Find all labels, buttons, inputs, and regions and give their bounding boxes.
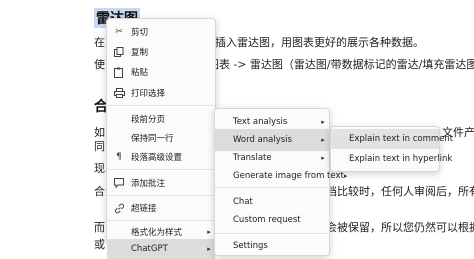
- menu-separator: [107, 105, 215, 106]
- doc-line-7-prefix: 而: [94, 221, 105, 234]
- chevron-right-icon: ▸: [343, 172, 348, 180]
- doc-line-6: 档比较时，任何人审阅后，所有: [326, 185, 474, 198]
- doc-line-7: 会被保留，所以您仍然可以根据: [326, 221, 474, 234]
- menu-item-explain-in-comment[interactable]: Explain text in comment: [331, 129, 453, 149]
- menu-item-label: Text analysis: [233, 117, 288, 127]
- copy-icon: [113, 46, 125, 58]
- doc-line-2: 图表 -> 雷达图（雷达图/带数据标记的雷达/填充雷达图）: [208, 58, 474, 71]
- menu-separator: [107, 195, 215, 196]
- menu-item-label: 超链接: [131, 204, 157, 214]
- menu-item-settings[interactable]: Settings: [215, 235, 329, 257]
- menu-separator: [215, 187, 329, 188]
- menu-item-copy[interactable]: 复制: [107, 41, 215, 63]
- menu-item-label: 格式化为样式: [131, 228, 183, 238]
- menu-item-label: 保持同一行: [131, 134, 174, 144]
- link-icon: [113, 202, 125, 214]
- print-icon: [113, 87, 125, 99]
- doc-line-2-prefix: 使: [94, 58, 105, 71]
- menu-item-label: Word analysis: [233, 135, 292, 145]
- menu-item-label: Chat: [233, 197, 253, 207]
- menu-item-label: 复制: [131, 48, 149, 58]
- doc-line-4-prefix: 同: [94, 140, 105, 153]
- menu-separator: [107, 169, 215, 170]
- menu-item-label: ChatGPT: [131, 244, 168, 254]
- menu-item-hyperlink[interactable]: 超链接: [107, 197, 215, 219]
- chevron-right-icon: ▸: [321, 118, 325, 126]
- context-menu: ✂ 剪切 复制 粘贴 打印选择 段前分页 保持同一行 ¶ 段落高级设置 添加批注…: [106, 18, 216, 259]
- doc-line-5-prefix: 现: [94, 162, 105, 175]
- menu-item-print-selection[interactable]: 打印选择: [107, 82, 215, 104]
- menu-item-label: Explain text in comment: [349, 134, 454, 144]
- menu-item-cut[interactable]: ✂ 剪切: [107, 21, 215, 43]
- menu-item-label: Custom request: [233, 215, 301, 225]
- paste-icon: [113, 66, 125, 78]
- menu-item-label: 粘贴: [131, 68, 149, 78]
- menu-item-label: Generate image from text: [233, 171, 344, 181]
- chevron-right-icon: ▸: [321, 136, 325, 144]
- chevron-right-icon: ▸: [321, 154, 325, 162]
- menu-item-label: Translate: [233, 153, 272, 163]
- menu-item-explain-in-hyperlink[interactable]: Explain text in hyperlink: [331, 149, 452, 169]
- menu-item-paragraph-settings[interactable]: ¶ 段落高级设置: [107, 146, 215, 168]
- doc-line-1-prefix: 在: [94, 36, 105, 49]
- menu-item-paste[interactable]: 粘贴: [107, 61, 215, 83]
- chatgpt-submenu: Text analysis ▸ Word analysis ▸ Translat…: [214, 108, 347, 257]
- comment-icon: [113, 177, 125, 189]
- menu-item-custom-request[interactable]: Custom request: [215, 209, 329, 231]
- menu-item-chatgpt[interactable]: ChatGPT ▸: [107, 239, 215, 259]
- menu-item-label: 段落高级设置: [131, 153, 183, 163]
- doc-line-1: 插入雷达图，用图表更好的展示各种数据。: [215, 36, 424, 49]
- menu-item-generate-image[interactable]: Generate image from text ▸: [215, 165, 347, 187]
- doc-line-6-prefix: 合: [94, 185, 105, 198]
- menu-item-label: 添加批注: [131, 179, 166, 189]
- scissors-icon: ✂: [115, 27, 123, 37]
- menu-item-label: 剪切: [131, 28, 149, 38]
- menu-item-label: 段前分页: [131, 115, 166, 125]
- menu-item-add-comment[interactable]: 添加批注: [107, 172, 215, 194]
- menu-separator: [215, 233, 329, 234]
- paragraph-icon: ¶: [116, 152, 122, 162]
- menu-item-label: 打印选择: [131, 89, 166, 99]
- menu-item-label: Explain text in hyperlink: [349, 154, 453, 164]
- word-analysis-submenu: Explain text in comment Explain text in …: [330, 126, 453, 172]
